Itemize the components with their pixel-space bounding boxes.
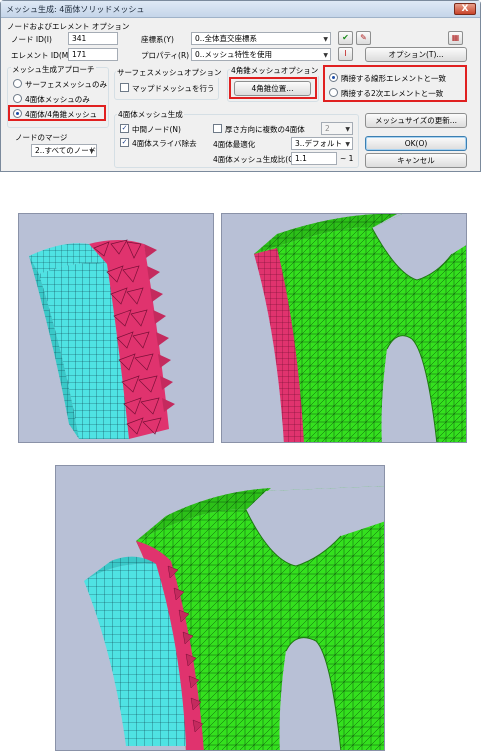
- property-value: 0..メッシュ特性を使用: [195, 50, 273, 59]
- thickness-label: 厚さ方向に複数の4面体: [225, 125, 305, 134]
- pick-node-icon[interactable]: ✔: [338, 31, 353, 45]
- approach-radio-tet-pyramid[interactable]: [13, 109, 22, 118]
- ratio-label: 4面体メッシュ生成比(G): [213, 155, 297, 164]
- merge-value: 2..すべてのノード: [35, 146, 97, 155]
- pyramid-label-linear: 隣接する線形エレメントと一致: [341, 74, 446, 83]
- coord-select[interactable]: 0..全体直交座標系 ▼: [191, 32, 331, 45]
- mapped-mesh-checkbox[interactable]: [120, 83, 129, 92]
- tet-pyramid-model: [254, 214, 466, 442]
- dialog-title: メッシュ生成: 4面体ソリッドメッシュ: [6, 5, 145, 14]
- optimize-select[interactable]: 3..デフォルト ▼: [291, 137, 353, 150]
- node-elem-group-label: ノードおよびエレメント オプション: [7, 22, 130, 31]
- hex-pyramid-model: [29, 239, 175, 439]
- combined-model: [84, 486, 384, 750]
- title-bar: メッシュ生成: 4面体ソリッドメッシュ X: [1, 1, 480, 18]
- thickness-select[interactable]: 2 ▼: [321, 122, 353, 135]
- chevron-down-icon: ▼: [89, 148, 94, 155]
- chevron-down-icon: ▼: [323, 36, 328, 43]
- thickness-checkbox[interactable]: [213, 124, 222, 133]
- merge-select[interactable]: 2..すべてのノード ▼: [31, 144, 97, 157]
- property-icon[interactable]: I: [338, 47, 353, 61]
- optimize-label: 4面体最適化: [213, 140, 256, 149]
- approach-label-surface: サーフェスメッシュのみ: [25, 80, 108, 89]
- sliver-label: 4面体スライバ除去: [132, 139, 197, 148]
- approach-label-tet-pyramid: 4面体/4角錐メッシュ: [25, 110, 98, 119]
- surface-options-label: サーフェスメッシュオプション: [116, 67, 223, 78]
- mapped-mesh-label: マップドメッシュを行う: [132, 84, 215, 93]
- property-label: プロパティ(R): [141, 51, 190, 60]
- pyramid-location-button[interactable]: 4角錐位置...: [234, 81, 311, 96]
- node-id-label: ノード ID(I): [11, 35, 52, 44]
- pyramid-label-quadratic: 隣接する2次エレメントと一致: [341, 89, 444, 98]
- approach-group-label: メッシュ生成アプローチ: [11, 64, 96, 75]
- ok-button[interactable]: OK(O): [365, 136, 467, 151]
- chevron-down-icon: ▼: [323, 52, 328, 59]
- ratio-field[interactable]: 1.1: [291, 152, 337, 165]
- optimize-value: 3..デフォルト: [295, 139, 343, 148]
- panel-combined: [55, 465, 385, 751]
- mesh-generation-dialog: メッシュ生成: 4面体ソリッドメッシュ X ノードおよびエレメント オプション …: [0, 0, 481, 172]
- pick-element-icon[interactable]: ✎: [356, 31, 371, 45]
- layers-icon[interactable]: ▦: [448, 31, 463, 45]
- cancel-button[interactable]: キャンセル: [365, 153, 467, 168]
- pyramid-radio-linear[interactable]: [329, 73, 338, 82]
- sliver-checkbox[interactable]: [120, 138, 129, 147]
- approach-label-tet: 4面体メッシュのみ: [25, 95, 90, 104]
- property-select[interactable]: 0..メッシュ特性を使用 ▼: [191, 48, 331, 61]
- node-id-field[interactable]: 341: [68, 32, 118, 45]
- coord-label: 座標系(Y): [141, 35, 174, 44]
- panel-hex-pyramid: [18, 213, 214, 443]
- element-id-field[interactable]: 171: [68, 48, 118, 61]
- coord-value: 0..全体直交座標系: [195, 34, 258, 43]
- pyramid-options-label: 4角錐メッシュオプション: [230, 65, 320, 76]
- options-button[interactable]: オプション(T)...: [365, 47, 467, 62]
- approach-radio-tet[interactable]: [13, 94, 22, 103]
- ratio-suffix: ~ 1: [340, 154, 354, 163]
- element-id-label: エレメント ID(M): [11, 51, 72, 60]
- midside-checkbox[interactable]: [120, 124, 129, 133]
- update-mesh-size-button[interactable]: メッシュサイズの更新...: [365, 113, 467, 128]
- close-button[interactable]: X: [454, 3, 476, 15]
- approach-radio-surface[interactable]: [13, 79, 22, 88]
- chevron-down-icon: ▼: [345, 141, 350, 148]
- pyramid-radio-quadratic[interactable]: [329, 88, 338, 97]
- midside-label: 中間ノード(N): [132, 125, 181, 134]
- thickness-value: 2: [325, 124, 330, 133]
- chevron-down-icon: ▼: [345, 126, 350, 133]
- merge-label: ノードのマージ: [15, 133, 68, 142]
- panel-tet-pyramid: [221, 213, 467, 443]
- tet-generation-label: 4面体メッシュ生成: [117, 109, 184, 120]
